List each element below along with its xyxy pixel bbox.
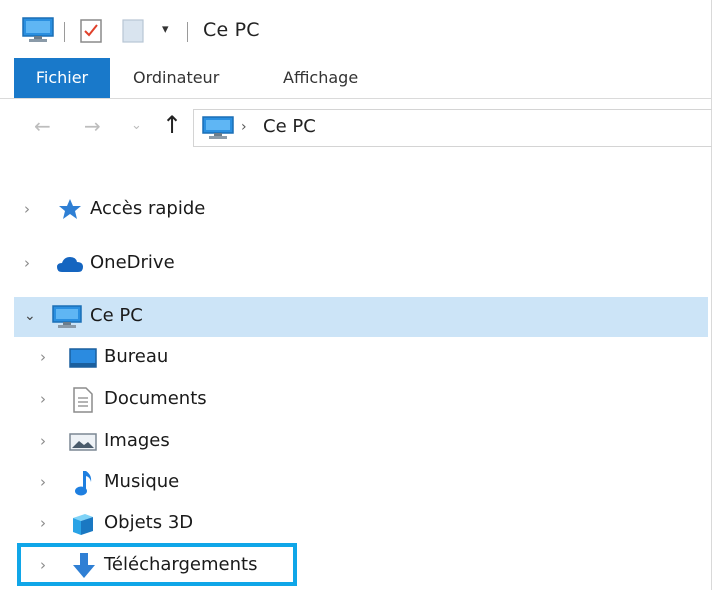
title-bar: ▾ Ce PC	[0, 0, 712, 60]
nav-item-3d-objects[interactable]: › Objets 3D	[14, 504, 708, 544]
3d-objects-icon	[69, 511, 95, 541]
computer-icon	[52, 305, 82, 333]
forward-arrow-icon[interactable]: →	[84, 114, 101, 138]
nav-item-desktop[interactable]: › Bureau	[14, 338, 708, 378]
ribbon-tabs: Fichier Ordinateur Affichage	[0, 58, 712, 99]
nav-item-onedrive[interactable]: › OneDrive	[14, 244, 708, 284]
back-arrow-icon[interactable]: ←	[34, 114, 51, 138]
tab-file[interactable]: Fichier	[14, 58, 110, 98]
new-folder-icon[interactable]	[122, 19, 144, 47]
breadcrumb-this-pc[interactable]: Ce PC	[263, 116, 316, 137]
computer-icon	[202, 116, 234, 144]
nav-item-pictures[interactable]: › Images	[14, 422, 708, 462]
toolbar-separator	[187, 22, 188, 42]
nav-item-documents[interactable]: › Documents	[14, 380, 708, 420]
chevron-right-icon[interactable]: ›	[40, 473, 46, 491]
customize-dropdown-icon[interactable]: ▾	[162, 22, 169, 37]
chevron-right-icon[interactable]: ›	[40, 514, 46, 532]
nav-item-this-pc[interactable]: ⌄ Ce PC	[14, 297, 708, 337]
chevron-right-icon[interactable]: ›	[40, 348, 46, 366]
tab-computer[interactable]: Ordinateur	[133, 58, 219, 98]
desktop-icon	[69, 348, 97, 372]
chevron-right-icon[interactable]: ›	[40, 390, 46, 408]
address-row: ← → ⌄ ↑ › Ce PC	[0, 100, 712, 156]
chevron-right-icon[interactable]: ›	[24, 254, 30, 272]
nav-item-label: Documents	[104, 388, 207, 409]
file-explorer-window: ▾ Ce PC Fichier Ordinateur Affichage ← →…	[0, 0, 712, 590]
window-title: Ce PC	[203, 19, 260, 41]
nav-item-label: Ce PC	[90, 305, 143, 326]
recent-locations-chevron-icon[interactable]: ⌄	[131, 118, 142, 133]
chevron-right-icon[interactable]: ›	[40, 432, 46, 450]
toolbar-separator	[64, 22, 65, 42]
address-bar[interactable]: › Ce PC	[193, 109, 712, 147]
documents-icon	[73, 387, 93, 417]
nav-item-label: Images	[104, 430, 170, 451]
tab-view[interactable]: Affichage	[283, 58, 358, 98]
nav-item-label: Bureau	[104, 346, 169, 367]
pictures-icon	[69, 433, 97, 455]
nav-item-label: Objets 3D	[104, 512, 194, 533]
properties-icon[interactable]	[80, 19, 102, 47]
breadcrumb-separator-icon[interactable]: ›	[241, 119, 247, 135]
cloud-icon	[56, 255, 84, 277]
chevron-down-icon[interactable]: ⌄	[24, 308, 36, 324]
nav-item-label: Musique	[104, 471, 180, 492]
chevron-right-icon[interactable]: ›	[24, 200, 30, 218]
nav-item-label: Accès rapide	[90, 198, 206, 219]
highlight-box	[17, 543, 297, 586]
computer-icon[interactable]	[22, 17, 54, 47]
star-icon	[58, 198, 82, 224]
music-icon	[74, 469, 94, 501]
nav-item-label: OneDrive	[90, 252, 175, 273]
up-arrow-icon[interactable]: ↑	[162, 111, 182, 139]
nav-item-music[interactable]: › Musique	[14, 463, 708, 503]
nav-item-quick-access[interactable]: › Accès rapide	[14, 190, 708, 230]
